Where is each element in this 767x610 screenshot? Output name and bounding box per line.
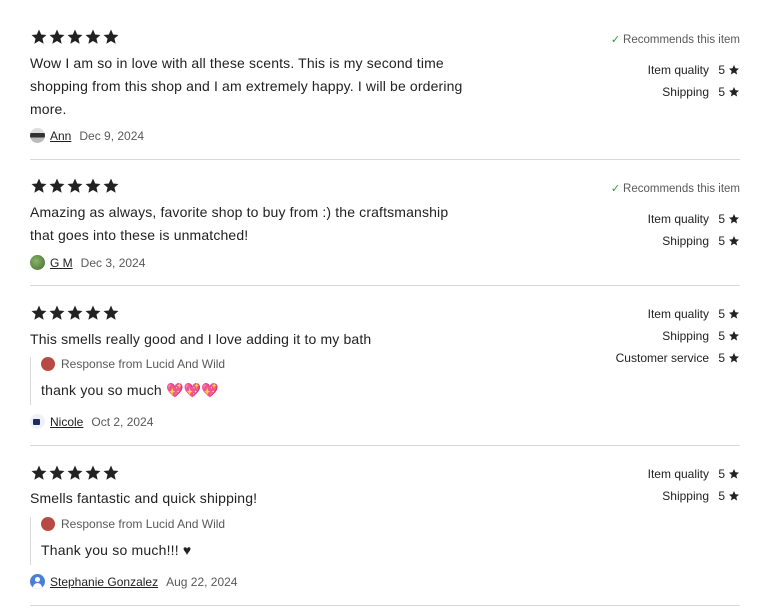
shipping-rating: Shipping 5 [662, 85, 740, 99]
review-text: Amazing as always, favorite shop to buy … [30, 204, 449, 243]
star-icon [84, 304, 102, 322]
star-icon [728, 86, 740, 98]
star-rating [30, 28, 120, 48]
customer-service-value: 5 [718, 351, 725, 365]
review-item: Smells fantastic and quick shipping! Res… [30, 461, 740, 606]
review-item: This smells really good and I love addin… [30, 301, 740, 446]
star-icon [48, 304, 66, 322]
item-quality-value: 5 [718, 212, 725, 226]
shipping-label: Shipping [662, 489, 709, 503]
star-icon [66, 304, 84, 322]
author-link[interactable]: Stephanie Gonzalez [50, 575, 158, 589]
check-icon: ✓ [610, 34, 621, 46]
item-quality-rating: Item quality 5 [648, 212, 740, 226]
star-icon [728, 64, 740, 76]
star-icon [102, 28, 120, 46]
recommends-label: Recommends this item [623, 182, 740, 195]
star-icon [728, 490, 740, 502]
star-rating [30, 177, 120, 197]
review-text: Smells fantastic and quick shipping! [30, 490, 258, 506]
shipping-label: Shipping [662, 329, 709, 343]
item-quality-rating: Item quality 5 [648, 307, 740, 321]
item-quality-label: Item quality [647, 307, 709, 321]
shipping-value: 5 [718, 329, 725, 343]
star-icon [728, 308, 740, 320]
author-link[interactable]: Ann [50, 129, 71, 143]
star-icon [102, 304, 120, 322]
star-icon [30, 28, 48, 46]
shop-avatar [41, 357, 55, 371]
item-quality-value: 5 [718, 307, 725, 321]
star-icon [30, 464, 48, 482]
shipping-rating: Shipping 5 [662, 489, 740, 503]
review-meta: Stephanie Gonzalez Aug 22, 2024 [30, 574, 237, 589]
item-quality-rating: Item quality 5 [648, 467, 740, 481]
item-quality-value: 5 [718, 63, 725, 77]
item-quality-label: Item quality [647, 212, 709, 226]
star-icon [102, 177, 120, 195]
star-icon [84, 464, 102, 482]
shipping-value: 5 [718, 489, 725, 503]
review-date: Dec 3, 2024 [80, 255, 146, 270]
review-item: Wow I am so in love with all these scent… [30, 25, 740, 160]
shipping-value: 5 [718, 85, 725, 99]
star-icon [30, 177, 48, 195]
response-from: Response from Lucid And Wild [61, 357, 226, 371]
star-icon [30, 304, 48, 322]
review-meta: Nicole Oct 2, 2024 [30, 414, 153, 429]
recommends-badge: ✓ Recommends this item [610, 182, 740, 196]
customer-service-label: Customer service [615, 351, 709, 365]
author-link[interactable]: G M [50, 256, 73, 270]
response-from: Response from Lucid And Wild [61, 517, 226, 531]
seller-response: Response from Lucid And Wild Thank you s… [30, 517, 391, 565]
star-icon [48, 177, 66, 195]
item-quality-label: Item quality [647, 63, 709, 77]
shipping-label: Shipping [662, 85, 709, 99]
star-icon [66, 177, 84, 195]
avatar[interactable] [30, 255, 45, 270]
star-icon [728, 235, 740, 247]
star-icon [728, 352, 740, 364]
review-meta: G M Dec 3, 2024 [30, 255, 145, 270]
avatar[interactable] [30, 574, 45, 589]
star-icon [84, 28, 102, 46]
recommends-label: Recommends this item [623, 33, 740, 46]
author-link[interactable]: Nicole [50, 415, 83, 429]
shipping-rating: Shipping 5 [662, 234, 740, 248]
star-icon [84, 177, 102, 195]
shipping-rating: Shipping 5 [662, 329, 740, 343]
response-text: Thank you so much!!! ♥ [41, 542, 192, 558]
review-date: Oct 2, 2024 [91, 414, 154, 429]
item-quality-rating: Item quality 5 [648, 63, 740, 77]
avatar[interactable] [30, 128, 45, 143]
shop-avatar [41, 517, 55, 531]
customer-service-rating: Customer service 5 [616, 351, 740, 365]
review-date: Aug 22, 2024 [166, 574, 238, 589]
shipping-label: Shipping [662, 234, 709, 248]
star-icon [48, 464, 66, 482]
shipping-value: 5 [718, 234, 725, 248]
star-rating [30, 304, 120, 324]
response-text: thank you so much 💖💖💖 [41, 382, 219, 398]
check-icon: ✓ [610, 183, 621, 195]
item-quality-value: 5 [718, 467, 725, 481]
star-icon [728, 468, 740, 480]
review-date: Dec 9, 2024 [79, 128, 145, 143]
star-icon [102, 464, 120, 482]
star-icon [66, 464, 84, 482]
review-text: Wow I am so in love with all these scent… [30, 55, 463, 117]
star-icon [66, 28, 84, 46]
recommends-badge: ✓ Recommends this item [610, 33, 740, 47]
star-icon [728, 213, 740, 225]
review-text: This smells really good and I love addin… [30, 331, 372, 347]
seller-response: Response from Lucid And Wild thank you s… [30, 357, 391, 405]
avatar[interactable] [30, 414, 45, 429]
review-item: Amazing as always, favorite shop to buy … [30, 174, 740, 286]
item-quality-label: Item quality [647, 467, 709, 481]
star-icon [48, 28, 66, 46]
star-icon [728, 330, 740, 342]
review-meta: Ann Dec 9, 2024 [30, 128, 144, 143]
star-rating [30, 464, 120, 484]
